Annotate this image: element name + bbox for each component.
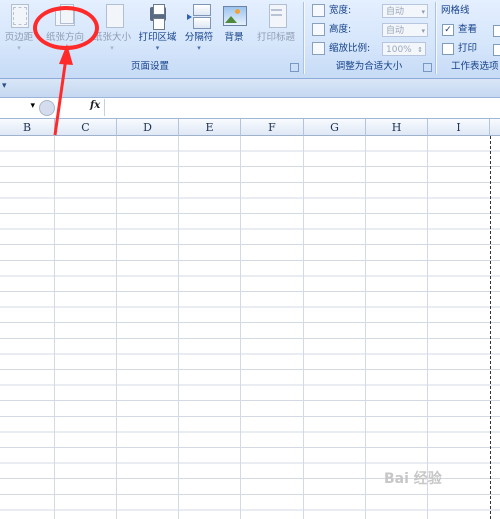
- width-row: 宽度:: [312, 4, 351, 18]
- chevron-down-icon: ▾: [421, 27, 425, 35]
- formula-input[interactable]: [104, 99, 500, 116]
- scale-spinner[interactable]: 100% ⇕: [382, 42, 426, 56]
- gridlines-print-label: 打印: [458, 43, 478, 54]
- scale-row: 缩放比例:: [312, 42, 370, 56]
- name-box[interactable]: ▾: [0, 100, 37, 115]
- headings-column-partial: [491, 4, 500, 58]
- column-header-g[interactable]: G: [304, 119, 366, 136]
- gridlines-title: 网格线: [441, 5, 470, 16]
- background-button[interactable]: 背景: [219, 2, 249, 58]
- annotation-arrow: [53, 44, 73, 136]
- scale-label: 缩放比例:: [329, 43, 371, 54]
- watermark: Bai 经验: [384, 471, 442, 487]
- column-header-next[interactable]: [490, 119, 500, 136]
- print-area-button[interactable]: 打印区域 ▾: [135, 2, 180, 58]
- print-area-icon: [146, 4, 170, 32]
- checkbox-empty-icon: [442, 42, 454, 55]
- scale-value: 100%: [386, 45, 412, 55]
- print-titles-label: 打印标题: [256, 32, 295, 43]
- breaks-icon: [187, 4, 211, 32]
- cells-area[interactable]: [0, 136, 500, 519]
- group-separator: [303, 2, 304, 74]
- worksheet-grid[interactable]: B C D E F G H I: [0, 119, 500, 519]
- height-value: 自动: [386, 26, 405, 36]
- paper-size-icon: [100, 4, 124, 32]
- width-icon: [312, 4, 325, 17]
- background-image-icon: [222, 4, 247, 32]
- insert-function-icon[interactable]: fx: [90, 100, 100, 111]
- width-combo[interactable]: 自动 ▾: [382, 4, 428, 18]
- gridlines-view-checkbox[interactable]: ✓ 查看: [442, 23, 477, 37]
- print-titles-icon: [264, 4, 288, 32]
- gridlines-view-label: 查看: [458, 24, 478, 35]
- height-row: 高度:: [312, 23, 351, 37]
- column-header-h[interactable]: H: [366, 119, 428, 136]
- print-area-label: 打印区域: [138, 32, 177, 43]
- group-separator: [435, 2, 436, 74]
- page-break-line: [490, 136, 491, 519]
- column-header-e[interactable]: E: [179, 119, 241, 136]
- height-icon: [312, 23, 325, 36]
- background-label: 背景: [224, 32, 244, 43]
- scale-icon: [312, 42, 325, 55]
- name-box-chevron-icon[interactable]: ▾: [30, 101, 35, 111]
- margins-label: 页边距: [4, 32, 34, 43]
- customize-dropdown-icon[interactable]: ▾: [2, 81, 7, 91]
- sheet-options-group-label: 工作表选项: [451, 61, 499, 72]
- width-value: 自动: [386, 7, 405, 17]
- checkmark-icon: ✓: [442, 23, 454, 36]
- column-header-i[interactable]: I: [428, 119, 490, 136]
- height-combo[interactable]: 自动 ▾: [382, 23, 428, 37]
- breaks-button[interactable]: 分隔符 ▾: [181, 2, 217, 58]
- scale-launcher-icon[interactable]: [423, 63, 432, 72]
- column-header-d[interactable]: D: [117, 119, 179, 136]
- column-header-f[interactable]: F: [241, 119, 304, 136]
- gridlines-print-checkbox[interactable]: 打印: [442, 42, 477, 56]
- spinner-icon: ⇕: [417, 46, 423, 54]
- height-label: 高度:: [329, 24, 352, 35]
- width-label: 宽度:: [329, 5, 352, 16]
- scale-group-label: 调整为合适大小: [335, 61, 403, 72]
- margins-icon: [7, 4, 31, 32]
- page-setup-launcher-icon[interactable]: [290, 63, 299, 72]
- chevron-down-icon: ▾: [421, 8, 425, 16]
- breaks-label: 分隔符: [184, 32, 214, 43]
- print-titles-button[interactable]: 打印标题: [252, 2, 300, 58]
